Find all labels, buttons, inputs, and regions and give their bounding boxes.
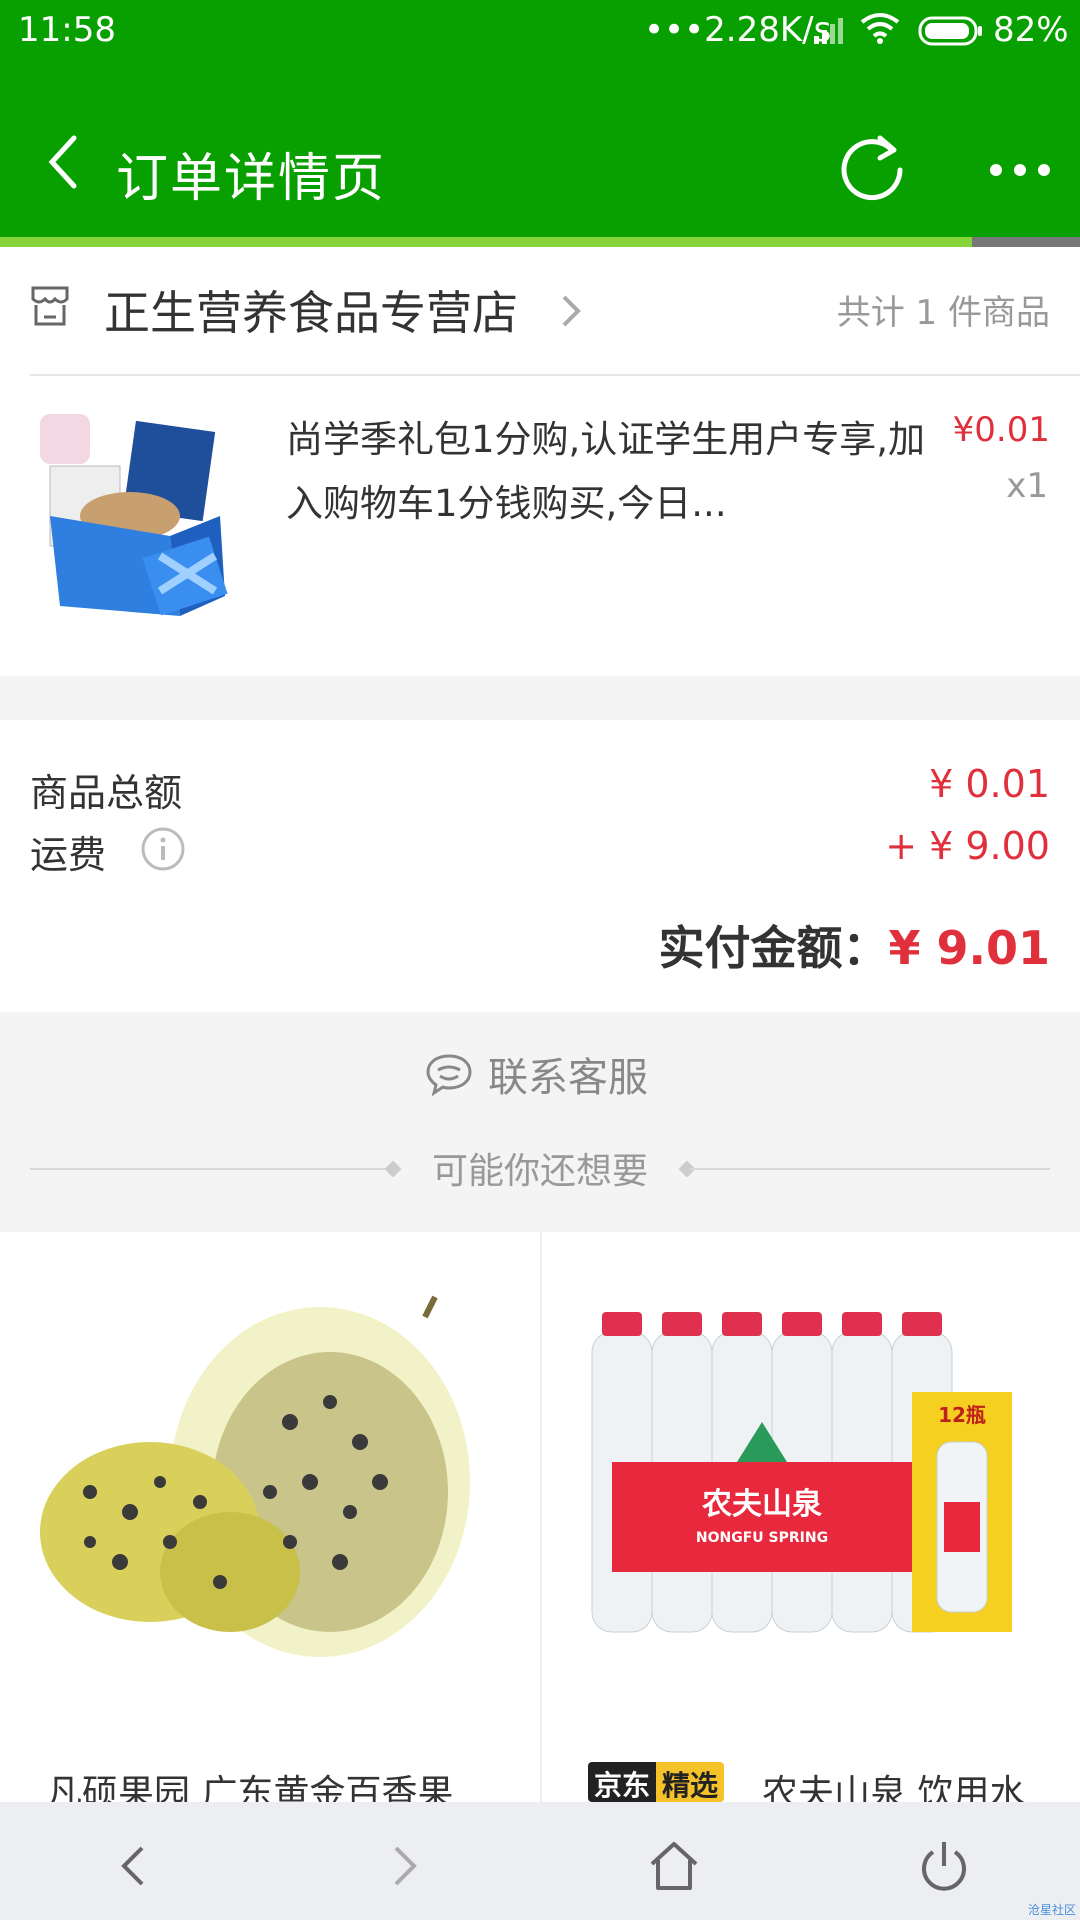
section-gap [0,676,1080,720]
recommendation-grid: 凡硕果园 广东黄金百香果 农夫山泉 NONGFU SPRING 12瓶 京东 精… [0,1232,1080,1814]
bottom-nav-bar: 沧星社区 [0,1802,1080,1920]
water-brand-en-text: NONGFU SPRING [696,1530,828,1546]
store-icon [31,286,69,326]
badge-right: 精选 [656,1762,725,1802]
nav-forward-icon[interactable] [374,1836,434,1896]
shipping-label: 运费 [30,833,107,877]
shipping-value: + ¥ 9.00 [885,824,1050,868]
passion-fruit-image[interactable] [30,1292,510,1672]
recommend-card-passion-fruit[interactable]: 凡硕果园 广东黄金百香果 [0,1232,540,1814]
recommend-card-water[interactable]: 农夫山泉 NONGFU SPRING 12瓶 京东 精选 农夫山泉 饮用水 [542,1232,1080,1814]
info-icon[interactable] [140,826,186,872]
more-dots-icon[interactable] [986,152,1056,188]
water-pack-count-text: 12瓶 [938,1403,986,1427]
nav-home-icon[interactable] [644,1836,704,1896]
wifi-icon [860,13,900,44]
contact-service-label[interactable]: 联系客服 [488,1045,648,1103]
status-time: 11:58 [18,10,116,50]
chevron-left-icon[interactable] [42,132,82,192]
water-bottles-image[interactable]: 农夫山泉 NONGFU SPRING 12瓶 [572,1292,1052,1672]
chat-bubble-icon [426,1054,472,1096]
amount-paid-label: 实付金额： [658,921,889,975]
goods-total-label: 商品总额 [30,771,183,815]
status-bar: 11:58 •••2.28K/s 82% [0,0,1080,62]
amount-paid: 实付金额：¥ 9.01 [658,912,1050,978]
amount-paid-value: ¥ 9.01 [888,921,1050,975]
order-product[interactable]: 尚学季礼包1分购,认证学生用户专享,加入购物车1分钱购买,今日... ¥0.01… [0,376,1080,676]
divider-right [690,1168,1050,1170]
nav-power-icon[interactable] [914,1836,974,1896]
refresh-icon[interactable] [836,132,908,204]
nav-back-icon[interactable] [104,1836,164,1896]
battery-icon [918,16,982,46]
gift-box-product-image[interactable] [30,406,250,626]
shop-name[interactable]: 正生营养食品专营店 [104,277,518,343]
app-header: 订单详情页 [0,62,1080,237]
network-speed: •••2.28K/s [644,10,832,50]
watermark: 沧星社区 [1027,1903,1076,1917]
item-count: 共计 1 件商品 [836,293,1050,333]
product-name[interactable]: 尚学季礼包1分购,认证学生用户专享,加入购物车1分钱购买,今日... [286,408,926,536]
contact-service-button[interactable]: 联系客服 [424,1042,648,1106]
service-section: 联系客服 可能你还想要 [0,1012,1080,1232]
water-brand-text: 农夫山泉 [701,1487,822,1522]
signal-icon [814,18,843,44]
battery-percent: 82% [993,10,1069,50]
page-load-progress-bar [0,237,1080,247]
order-summary: 商品总额 ¥ 0.01 运费 + ¥ 9.00 实付金额：¥ 9.01 [0,720,1080,1012]
progress-fill [0,237,972,247]
product-quantity: x1 [1006,466,1048,506]
shop-row[interactable]: 正生营养食品专营店 共计 1 件商品 [0,247,1080,375]
jd-select-badge: 京东 精选 [588,1762,725,1802]
product-price: ¥0.01 [952,410,1050,450]
page-title: 订单详情页 [116,149,387,209]
chevron-right-icon[interactable] [560,291,584,331]
goods-total-value: ¥ 0.01 [929,762,1050,806]
badge-left: 京东 [588,1762,657,1802]
